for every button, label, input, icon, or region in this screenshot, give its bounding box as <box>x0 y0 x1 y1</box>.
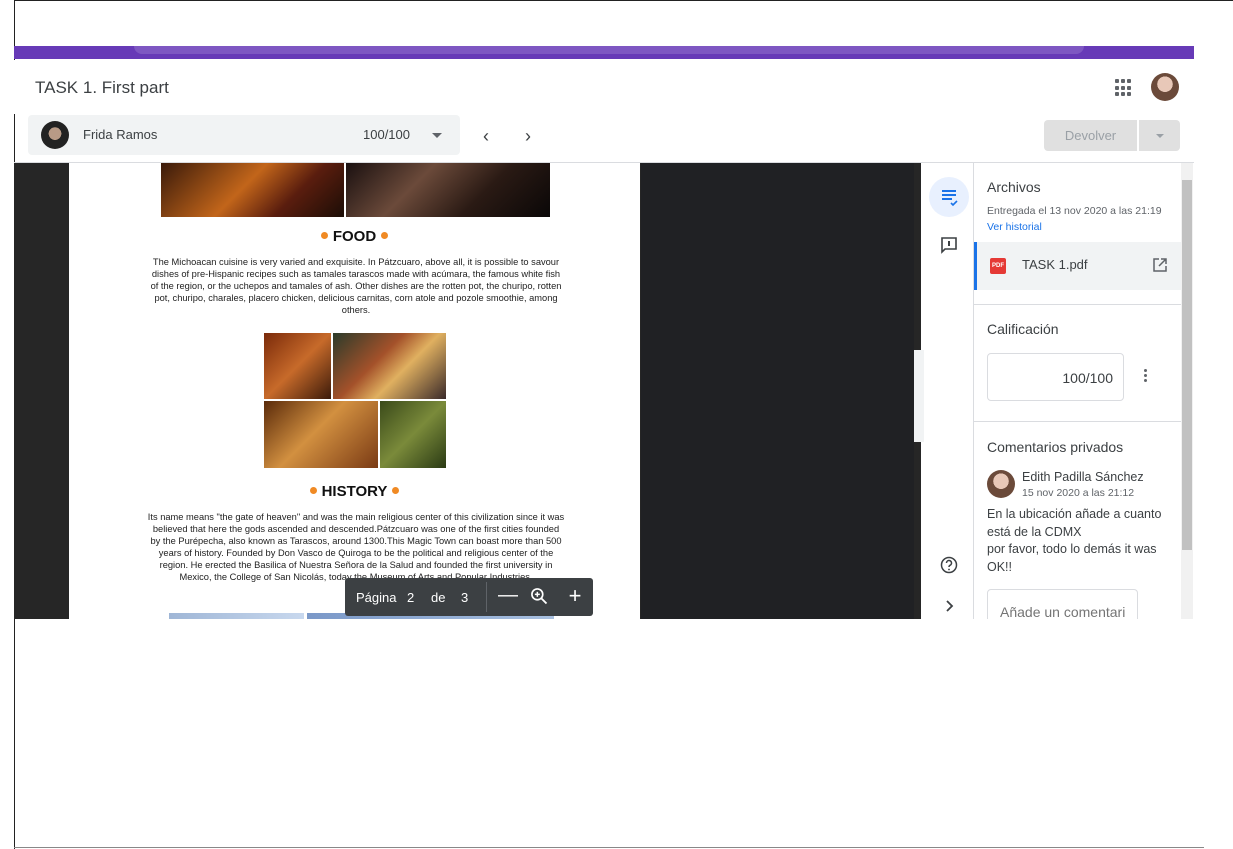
student-grade: 100/100 <box>363 127 410 142</box>
landscape-photo-1 <box>169 613 304 619</box>
expand-icon[interactable] <box>939 596 959 616</box>
open-in-new-icon[interactable] <box>1152 257 1168 273</box>
more-vert-icon[interactable] <box>1144 369 1148 385</box>
chevron-right-icon[interactable]: › <box>516 124 540 148</box>
page-of-label: de <box>431 590 446 605</box>
grade-value: 100/100 <box>1062 370 1113 386</box>
apps-grid-icon[interactable] <box>1115 79 1133 97</box>
food-heading: FOOD <box>69 228 640 245</box>
zoom-in-icon[interactable] <box>529 586 549 606</box>
comment-text: En la ubicación añade a cuanto está de l… <box>987 507 1162 574</box>
grade-heading: Calificación <box>987 321 1059 337</box>
account-avatar[interactable] <box>1151 73 1179 101</box>
browser-chrome-strip <box>14 46 1194 59</box>
submission-status: Entregada el 13 nov 2020 a las 21:19 <box>987 205 1162 217</box>
student-selector[interactable]: Frida Ramos 100/100 <box>28 115 460 155</box>
attachment-name: TASK 1.pdf <box>1022 257 1088 272</box>
pdf-icon: PDF <box>990 258 1006 274</box>
frame-bottom-line <box>14 847 1204 848</box>
return-button[interactable]: Devolver <box>1044 120 1137 151</box>
food-photo-2 <box>333 333 446 399</box>
food-paragraph: The Michoacan cuisine is very varied and… <box>150 257 562 316</box>
return-dropdown-button[interactable] <box>1139 120 1180 151</box>
viewer-scrollbar[interactable] <box>914 350 924 442</box>
comment-date: 15 nov 2020 a las 21:12 <box>1022 487 1135 499</box>
rubric-icon <box>942 190 958 207</box>
history-paragraph: Its name means "the gate of heaven" and … <box>147 512 565 583</box>
grading-panel: Archivos Entregada el 13 nov 2020 a las … <box>973 163 1182 619</box>
plus-icon[interactable]: + <box>565 583 585 609</box>
comment-icon[interactable] <box>939 235 959 255</box>
attachment-row[interactable]: PDF TASK 1.pdf <box>974 242 1182 290</box>
zoom-out-icon[interactable]: — <box>498 584 518 607</box>
food-photo-1 <box>264 333 331 399</box>
page-controls: Página 2 de 3 — + <box>345 578 593 616</box>
history-heading: HISTORY <box>69 483 640 500</box>
page-title: TASK 1. First part <box>35 78 169 97</box>
files-heading: Archivos <box>987 179 1041 195</box>
comment-author: Edith Padilla Sánchez <box>1022 470 1144 484</box>
procession-photo <box>346 163 550 217</box>
student-name: Frida Ramos <box>83 127 158 142</box>
chevron-down-icon[interactable] <box>432 133 442 138</box>
comment-author-avatar <box>987 470 1015 498</box>
page-label: Página <box>356 590 397 605</box>
side-rail <box>924 163 973 619</box>
student-avatar <box>41 121 69 149</box>
current-page[interactable]: 2 <box>407 590 414 605</box>
total-pages: 3 <box>461 590 469 605</box>
comment-input[interactable] <box>987 589 1138 619</box>
chevron-left-icon[interactable]: ‹ <box>474 124 498 148</box>
view-history-link[interactable]: Ver historial <box>987 221 1042 233</box>
day-of-dead-photo <box>161 163 344 217</box>
grade-input[interactable]: 100/100 <box>987 353 1124 401</box>
private-comments-heading: Comentarios privados <box>987 439 1124 455</box>
panel-scrollbar-thumb[interactable] <box>1182 180 1192 550</box>
viewer-background <box>641 163 914 619</box>
help-icon[interactable] <box>939 555 959 575</box>
app-header: TASK 1. First part <box>14 60 1194 114</box>
rubric-button[interactable] <box>929 177 969 217</box>
document-page: FOOD The Michoacan cuisine is very varie… <box>69 163 640 619</box>
food-photo-3 <box>264 401 378 468</box>
food-photo-4 <box>380 401 446 468</box>
